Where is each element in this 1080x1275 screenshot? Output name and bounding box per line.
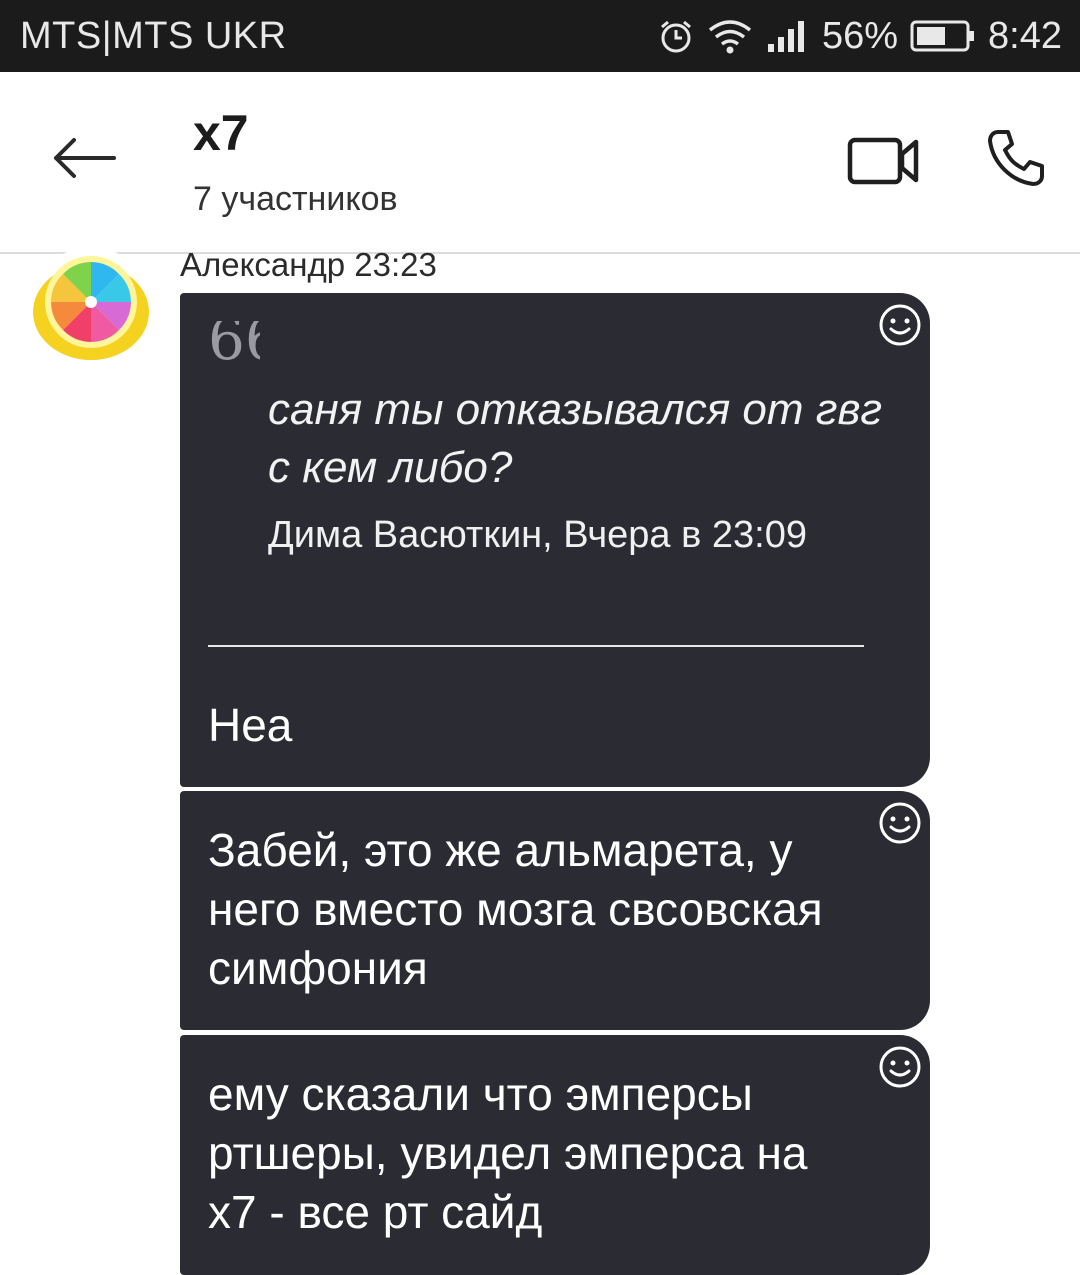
video-call-button[interactable]	[846, 130, 922, 192]
back-arrow-icon	[54, 138, 116, 178]
quote-divider	[208, 645, 864, 647]
quoted-message-text: саня ты отказывался от гвг с кем либо?	[268, 385, 883, 492]
clock: 8:42	[988, 14, 1062, 57]
back-button[interactable]	[48, 128, 120, 188]
reaction-smile-button[interactable]	[878, 303, 922, 347]
chat-title[interactable]: x7	[193, 104, 249, 162]
avatar[interactable]	[30, 246, 152, 368]
battery-icon	[910, 20, 976, 52]
message-text: ему сказали что эмперсы ртшеры, увидел э…	[208, 1068, 808, 1238]
participants-count[interactable]: 7 участников	[193, 180, 398, 219]
smiley-icon	[879, 1046, 921, 1088]
message-text: Забей, это же альмарета, у него вместо м…	[208, 824, 823, 994]
reaction-smile-button[interactable]	[878, 1045, 922, 1089]
phone-call-button[interactable]	[984, 126, 1048, 190]
status-icons: 56% 8:42	[658, 0, 1062, 72]
video-call-icon	[847, 137, 919, 185]
chat-header: x7 7 участников	[0, 72, 1080, 254]
message-bubble[interactable]: 66 саня ты отказывался от гвг с кем либо…	[180, 293, 930, 787]
sender-name-time: Александр 23:23	[180, 246, 437, 283]
phone-call-icon	[988, 130, 1044, 186]
wifi-icon	[706, 18, 754, 54]
status-bar: MTS|MTS UKR 56% 8:42	[0, 0, 1080, 72]
carrier-name: MTS|MTS UKR	[20, 15, 287, 57]
alarm-icon	[658, 18, 694, 54]
battery-percent: 56%	[821, 14, 899, 57]
message-text: Неа	[208, 699, 293, 751]
svg-text:66: 66	[208, 321, 260, 361]
signal-icon	[766, 18, 810, 54]
smiley-icon	[879, 802, 921, 844]
reaction-smile-button[interactable]	[878, 801, 922, 845]
quoted-message-author: Дима Васюткин, Вчера в 23:09	[268, 514, 807, 556]
message-bubble[interactable]: ему сказали что эмперсы ртшеры, увидел э…	[180, 1035, 930, 1275]
quote-icon: 66	[208, 321, 260, 361]
smiley-icon	[879, 304, 921, 346]
message-bubble[interactable]: Забей, это же альмарета, у него вместо м…	[180, 791, 930, 1030]
